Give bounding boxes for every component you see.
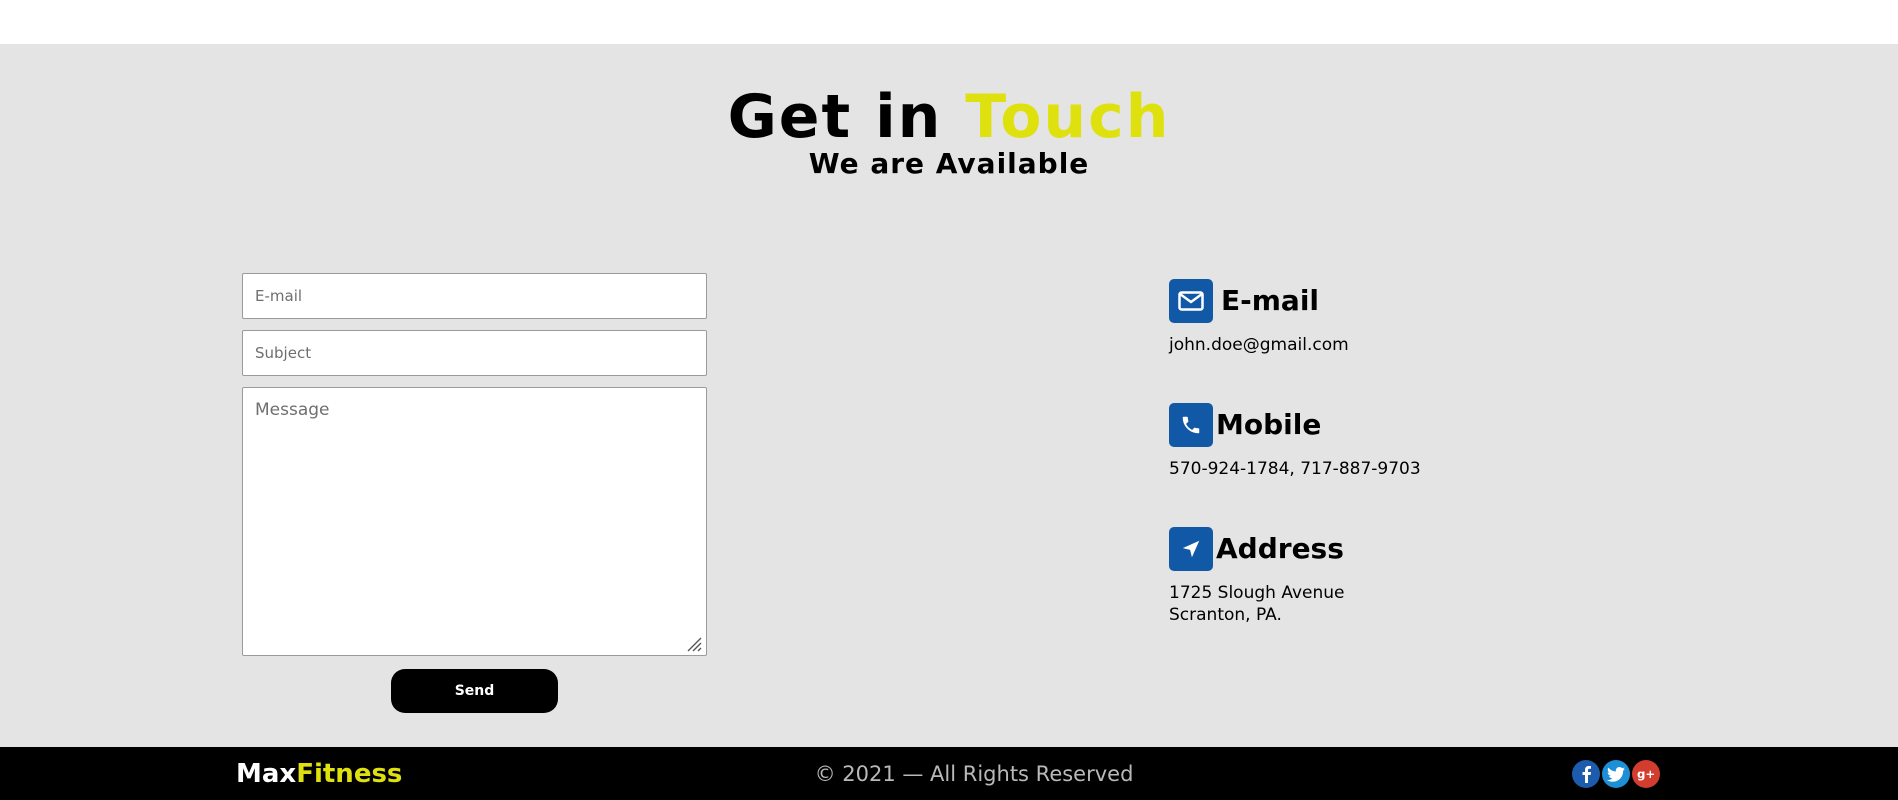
twitter-icon[interactable] (1602, 760, 1630, 788)
email-title: E-mail (1221, 284, 1320, 317)
footer: MaxFitness © 2021 — All Rights Reserved … (0, 747, 1898, 800)
svg-text:g+: g+ (1637, 767, 1655, 781)
google-plus-icon[interactable]: g+ (1632, 760, 1660, 788)
address-title: Address (1216, 532, 1344, 565)
page-subtitle: We are Available (808, 147, 1090, 180)
resize-grip-icon[interactable] (684, 634, 702, 652)
address-line-2: Scranton, PA. (1169, 605, 1282, 625)
title-part-2-highlight: Touch (965, 82, 1171, 152)
email-field[interactable] (242, 273, 707, 319)
contact-section: Get in Touch We are Available Send E-mai… (0, 44, 1898, 747)
top-bar (0, 0, 1898, 44)
location-arrow-icon (1169, 527, 1213, 571)
email-value: john.doe@gmail.com (1169, 335, 1349, 355)
page-title: Get in Touch (0, 82, 1898, 152)
mobile-title: Mobile (1216, 408, 1322, 441)
mobile-value: 570-924-1784, 717-887-9703 (1169, 459, 1421, 479)
message-field[interactable] (242, 387, 707, 656)
title-part-1: Get in (727, 82, 943, 152)
envelope-icon (1169, 279, 1213, 323)
send-button[interactable]: Send (391, 669, 558, 713)
address-line-1: 1725 Slough Avenue (1169, 583, 1345, 603)
subject-field[interactable] (242, 330, 707, 376)
facebook-icon[interactable] (1572, 760, 1600, 788)
phone-icon (1169, 403, 1213, 447)
